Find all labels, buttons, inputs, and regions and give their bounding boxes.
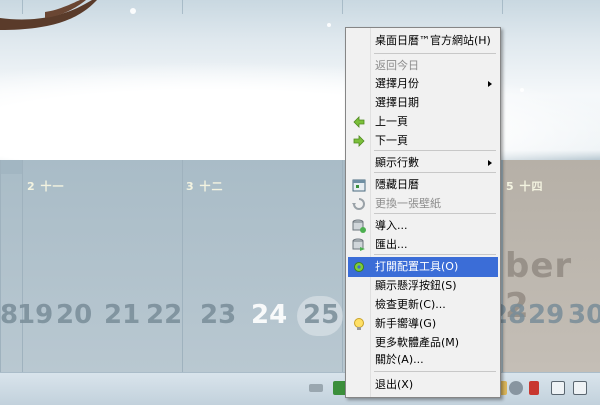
menu-separator (374, 371, 496, 372)
menu-item-show-floating-button[interactable]: 顯示懸浮按鈕(S) (348, 276, 498, 296)
volume-icon[interactable] (509, 381, 523, 395)
gear-icon (354, 262, 364, 272)
day-header: 5 十四 (506, 180, 544, 193)
day-header: 3 十二 (186, 180, 224, 193)
snowflake (130, 8, 136, 14)
date-number: 23 (200, 300, 237, 330)
date-number: 22 (146, 300, 183, 330)
calendar-day-cell[interactable] (0, 160, 25, 372)
menu-item-website[interactable]: 桌面日曆™官方網站(H) (348, 31, 498, 51)
flag-icon[interactable] (551, 381, 565, 395)
submenu-arrow-icon (488, 81, 492, 87)
menu-item-previous-page[interactable]: 上一頁 (348, 112, 498, 132)
menu-item-open-config-tool[interactable]: 打開配置工具(O) (348, 257, 498, 277)
context-menu: 桌面日曆™官方網站(H) 返回今日 選擇月份 選擇日期 上一頁 下一頁 顯示行數… (345, 27, 501, 398)
snowflake (165, 150, 169, 154)
menu-item-change-wallpaper[interactable]: 更換一張壁紙 (348, 194, 498, 214)
tree-branch-icon (0, 0, 97, 30)
menu-item-about[interactable]: 關於(A)... (348, 350, 498, 370)
submenu-arrow-icon (488, 160, 492, 166)
calendar-icon (352, 179, 366, 192)
menu-item-hide-calendar[interactable]: 隱藏日曆 (348, 175, 498, 195)
menu-item-beginner-guide[interactable]: 新手嚮導(G) (348, 314, 498, 334)
date-number: 8 (0, 300, 19, 330)
date-number: 21 (104, 300, 141, 330)
menu-separator (374, 213, 496, 214)
date-number-today: 24 (251, 300, 288, 330)
pen-icon[interactable] (529, 381, 539, 395)
menu-item-display-rows[interactable]: 顯示行數 (348, 153, 498, 173)
snowflake (327, 23, 331, 27)
date-number: 29 (528, 300, 565, 330)
menu-item-next-page[interactable]: 下一頁 (348, 131, 498, 151)
day-header: 2 十一 (27, 180, 65, 193)
menu-item-select-date[interactable]: 選擇日期 (348, 93, 498, 113)
date-number: 25 (303, 300, 340, 330)
menu-separator (374, 172, 496, 173)
arrow-right-icon (353, 135, 365, 147)
database-export-icon (352, 238, 365, 251)
lightbulb-icon (354, 318, 364, 330)
menu-item-check-updates[interactable]: 檢查更新(C)... (348, 295, 498, 315)
database-import-icon (352, 219, 366, 233)
snowflake (520, 88, 524, 92)
date-number: 30 (568, 300, 600, 330)
display-icon[interactable] (573, 381, 587, 395)
refresh-icon (352, 198, 365, 210)
menu-separator (374, 150, 496, 151)
menu-separator (374, 254, 496, 255)
date-number: 19 (17, 300, 54, 330)
menu-item-import[interactable]: 導入... (348, 216, 498, 236)
menu-item-select-month[interactable]: 選擇月份 (348, 74, 498, 94)
menu-item-exit[interactable]: 退出(X) (348, 375, 498, 395)
arrow-left-icon (353, 116, 365, 128)
date-number: 20 (56, 300, 93, 330)
menu-separator (374, 53, 496, 54)
keyboard-icon[interactable] (309, 384, 323, 392)
menu-item-export[interactable]: 匯出... (348, 235, 498, 255)
snow-drift (0, 62, 600, 162)
menu-item-back-to-today[interactable]: 返回今日 (348, 56, 498, 76)
